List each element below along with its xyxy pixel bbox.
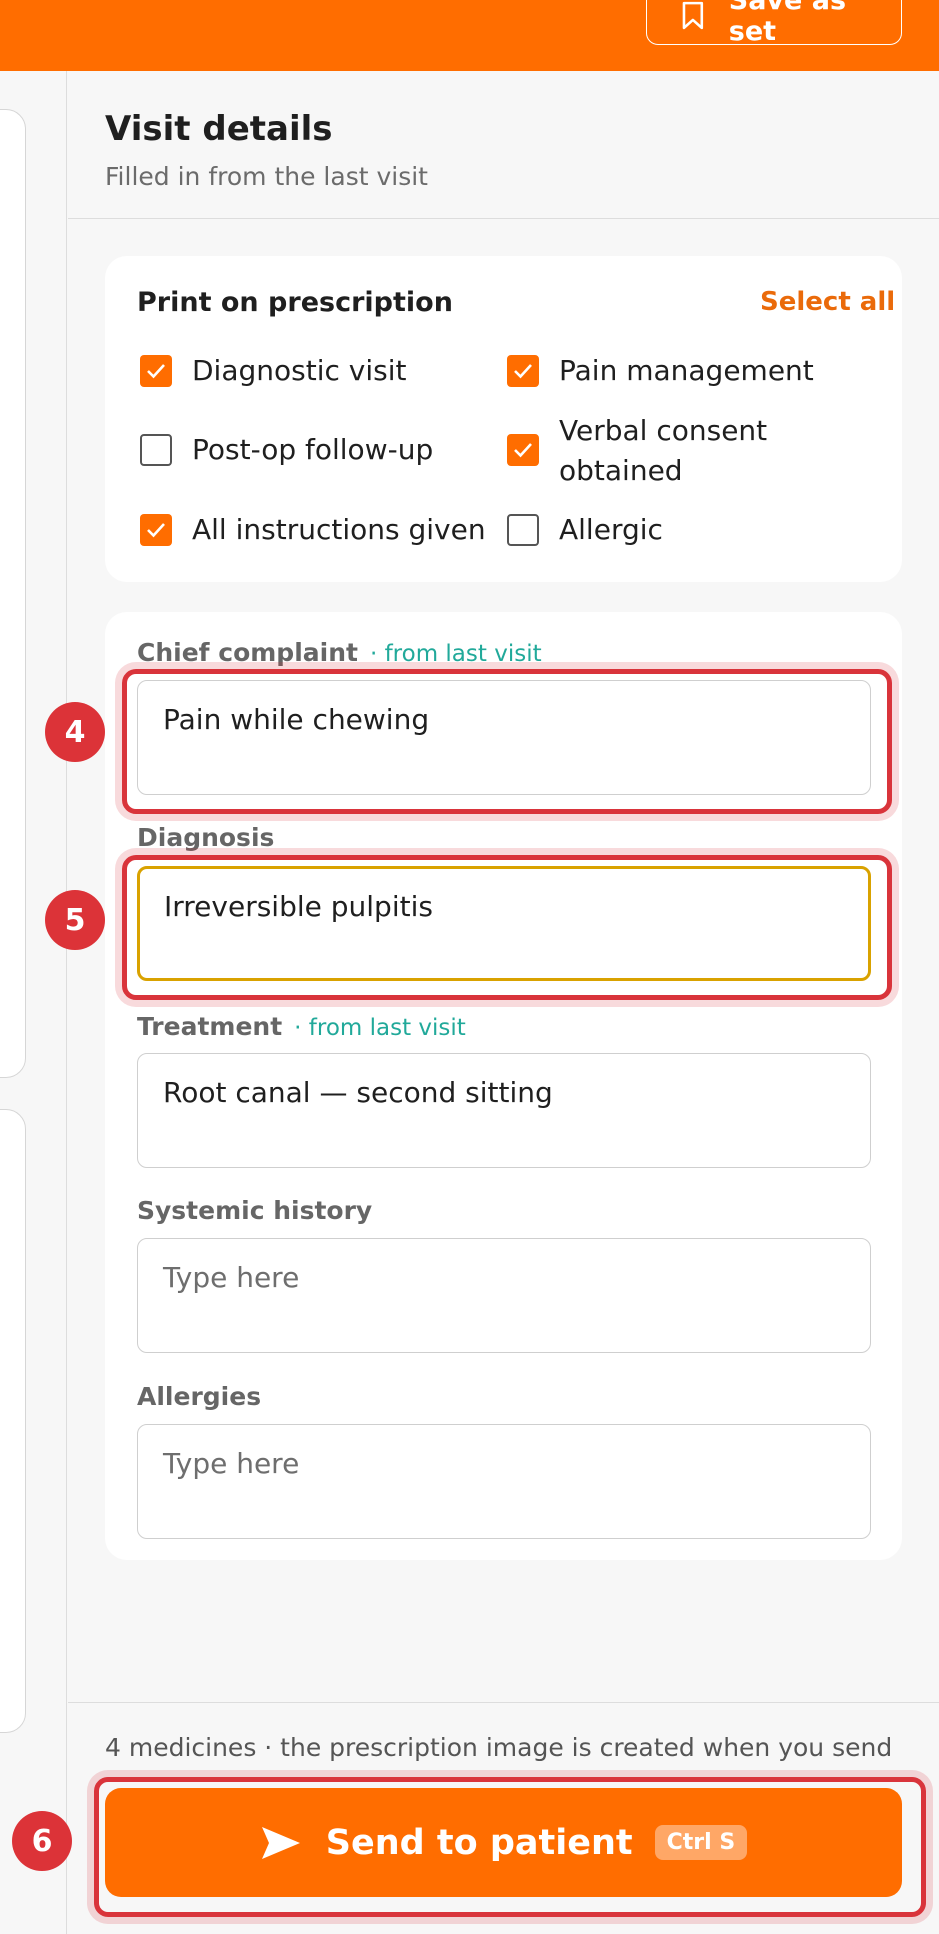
footer-note: 4 medicines · the prescription image is … (105, 1733, 893, 1762)
systemic-history-field[interactable]: Type here (137, 1238, 871, 1353)
allergies-label: Allergies (137, 1382, 262, 1411)
checkbox-label: Pain management (559, 354, 814, 387)
systemic-history-label: Systemic history (137, 1196, 373, 1225)
allergies-field[interactable]: Type here (137, 1424, 871, 1539)
diagnosis-label: Diagnosis (137, 823, 275, 852)
left-column (0, 71, 67, 1934)
save-as-set-button[interactable]: Save as set (646, 0, 902, 47)
check-icon (147, 523, 165, 538)
highlight-box-4 (122, 669, 892, 814)
checkbox-diagnostic-visit[interactable] (140, 355, 172, 387)
field-label-text: Treatment (137, 1012, 283, 1041)
checkbox-label: All instructions given (192, 513, 486, 546)
footer-divider (68, 1702, 939, 1703)
page-title: Visit details (105, 109, 333, 149)
save-as-set-label: Save as set (728, 0, 847, 47)
check-icon (514, 443, 532, 458)
step-badge: 6 (12, 1811, 72, 1871)
check-icon (147, 364, 165, 379)
checkbox-pain-management[interactable] (507, 355, 539, 387)
page-subtitle: Filled in from the last visit (105, 162, 428, 191)
checkbox-label: Diagnostic visit (192, 354, 407, 387)
left-card-bottom[interactable] (0, 1109, 26, 1733)
checkbox-allergic[interactable] (507, 514, 539, 546)
checkbox-all-instructions[interactable] (140, 514, 172, 546)
chief-complaint-label: Chief complaint · from last visit (137, 638, 542, 667)
field-label-text: Chief complaint (137, 638, 358, 667)
checkbox-label: Allergic (559, 513, 663, 546)
checkbox-post-op-follow-up[interactable] (140, 434, 172, 466)
pane-header: Visit details Filled in from the last vi… (68, 71, 939, 219)
treatment-label: Treatment · from last visit (137, 1012, 466, 1041)
treatment-field[interactable]: Root canal — second sitting (137, 1053, 871, 1168)
bookmark-icon (682, 1, 704, 29)
checkbox-verbal-consent[interactable] (507, 434, 539, 466)
highlight-box-5 (122, 855, 892, 1000)
step-badge: 5 (45, 890, 105, 950)
check-icon (514, 364, 532, 379)
print-options-title: Print on prescription (137, 287, 453, 318)
from-last-visit-tag: · from last visit (294, 1015, 466, 1041)
step-badge: 4 (45, 702, 105, 762)
left-card-top[interactable] (0, 109, 26, 1078)
checkbox-label: Verbal consent obtained (559, 414, 768, 487)
top-bar: Save as set (0, 0, 939, 71)
select-all-link[interactable]: Select all (760, 287, 895, 317)
highlight-box-6 (94, 1777, 926, 1917)
from-last-visit-tag: · from last visit (369, 641, 542, 667)
checkbox-label: Post-op follow-up (192, 433, 434, 466)
